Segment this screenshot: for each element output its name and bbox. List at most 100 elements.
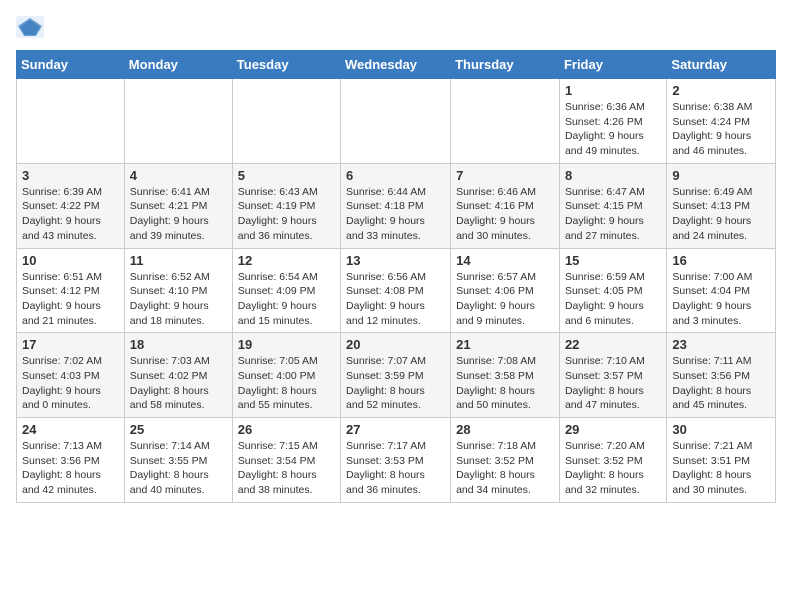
day-number: 24 xyxy=(22,422,119,437)
calendar-cell xyxy=(232,79,340,164)
calendar-week-2: 3Sunrise: 6:39 AM Sunset: 4:22 PM Daylig… xyxy=(17,163,776,248)
calendar-cell: 20Sunrise: 7:07 AM Sunset: 3:59 PM Dayli… xyxy=(341,333,451,418)
day-number: 26 xyxy=(238,422,335,437)
day-number: 17 xyxy=(22,337,119,352)
day-number: 30 xyxy=(672,422,770,437)
day-info: Sunrise: 7:08 AM Sunset: 3:58 PM Dayligh… xyxy=(456,354,554,413)
day-info: Sunrise: 6:56 AM Sunset: 4:08 PM Dayligh… xyxy=(346,270,445,329)
calendar-cell: 28 Sunrise: 7:18 AM Sunset: 3:52 PM Dayli… xyxy=(451,418,560,503)
day-number: 25 xyxy=(130,422,227,437)
calendar-cell xyxy=(451,79,560,164)
day-number: 5 xyxy=(238,168,335,183)
calendar-cell: 25Sunrise: 7:14 AM Sunset: 3:55 PM Dayli… xyxy=(124,418,232,503)
calendar-cell: 14 Sunrise: 6:57 AM Sunset: 4:06 PM Dayli… xyxy=(451,248,560,333)
calendar-cell xyxy=(17,79,125,164)
calendar-cell: 12 Sunrise: 6:54 AM Sunset: 4:09 PM Dayli… xyxy=(232,248,340,333)
day-info: Sunrise: 7:20 AM Sunset: 3:52 PM Dayligh… xyxy=(565,439,661,498)
day-number: 1 xyxy=(565,83,661,98)
day-info: Sunrise: 6:38 AM Sunset: 4:24 PM Dayligh… xyxy=(672,100,770,159)
day-header-sunday: Sunday xyxy=(17,51,125,79)
day-header-wednesday: Wednesday xyxy=(341,51,451,79)
day-info: Sunrise: 6:43 AM Sunset: 4:19 PM Dayligh… xyxy=(238,185,335,244)
calendar-cell: 8Sunrise: 6:47 AM Sunset: 4:15 PM Daylig… xyxy=(559,163,666,248)
day-header-thursday: Thursday xyxy=(451,51,560,79)
day-number: 23 xyxy=(672,337,770,352)
day-number: 13 xyxy=(346,253,445,268)
calendar-cell: 5 Sunrise: 6:43 AM Sunset: 4:19 PM Daylig… xyxy=(232,163,340,248)
calendar-cell: 6 Sunrise: 6:44 AM Sunset: 4:18 PM Daylig… xyxy=(341,163,451,248)
calendar-week-4: 17 Sunrise: 7:02 AM Sunset: 4:03 PM Dayli… xyxy=(17,333,776,418)
calendar-cell: 18Sunrise: 7:03 AM Sunset: 4:02 PM Dayli… xyxy=(124,333,232,418)
calendar-table: SundayMondayTuesdayWednesdayThursdayFrid… xyxy=(16,50,776,503)
day-number: 22 xyxy=(565,337,661,352)
day-number: 29 xyxy=(565,422,661,437)
day-info: Sunrise: 7:03 AM Sunset: 4:02 PM Dayligh… xyxy=(130,354,227,413)
calendar-cell xyxy=(341,79,451,164)
day-info: Sunrise: 7:10 AM Sunset: 3:57 PM Dayligh… xyxy=(565,354,661,413)
day-info: Sunrise: 6:46 AM Sunset: 4:16 PM Dayligh… xyxy=(456,185,554,244)
day-number: 8 xyxy=(565,168,661,183)
day-info: Sunrise: 6:52 AM Sunset: 4:10 PM Dayligh… xyxy=(130,270,227,329)
day-number: 6 xyxy=(346,168,445,183)
day-info: Sunrise: 7:18 AM Sunset: 3:52 PM Dayligh… xyxy=(456,439,554,498)
calendar-cell: 4 Sunrise: 6:41 AM Sunset: 4:21 PM Daylig… xyxy=(124,163,232,248)
day-number: 21 xyxy=(456,337,554,352)
day-info: Sunrise: 7:15 AM Sunset: 3:54 PM Dayligh… xyxy=(238,439,335,498)
calendar-cell: 22 Sunrise: 7:10 AM Sunset: 3:57 PM Dayli… xyxy=(559,333,666,418)
calendar-cell: 30 Sunrise: 7:21 AM Sunset: 3:51 PM Dayli… xyxy=(667,418,776,503)
calendar-cell: 16 Sunrise: 7:00 AM Sunset: 4:04 PM Dayli… xyxy=(667,248,776,333)
day-number: 3 xyxy=(22,168,119,183)
calendar-cell: 2 Sunrise: 6:38 AM Sunset: 4:24 PM Daylig… xyxy=(667,79,776,164)
calendar-cell: 21 Sunrise: 7:08 AM Sunset: 3:58 PM Dayli… xyxy=(451,333,560,418)
day-number: 2 xyxy=(672,83,770,98)
day-number: 7 xyxy=(456,168,554,183)
day-number: 15 xyxy=(565,253,661,268)
day-info: Sunrise: 7:05 AM Sunset: 4:00 PM Dayligh… xyxy=(238,354,335,413)
day-info: Sunrise: 6:44 AM Sunset: 4:18 PM Dayligh… xyxy=(346,185,445,244)
calendar-cell: 13 Sunrise: 6:56 AM Sunset: 4:08 PM Dayli… xyxy=(341,248,451,333)
day-info: Sunrise: 7:13 AM Sunset: 3:56 PM Dayligh… xyxy=(22,439,119,498)
calendar-cell: 23 Sunrise: 7:11 AM Sunset: 3:56 PM Dayli… xyxy=(667,333,776,418)
day-number: 10 xyxy=(22,253,119,268)
calendar-cell: 7 Sunrise: 6:46 AM Sunset: 4:16 PM Daylig… xyxy=(451,163,560,248)
day-info: Sunrise: 7:21 AM Sunset: 3:51 PM Dayligh… xyxy=(672,439,770,498)
day-info: Sunrise: 6:36 AM Sunset: 4:26 PM Dayligh… xyxy=(565,100,661,159)
calendar-cell: 27 Sunrise: 7:17 AM Sunset: 3:53 PM Dayli… xyxy=(341,418,451,503)
day-info: Sunrise: 7:00 AM Sunset: 4:04 PM Dayligh… xyxy=(672,270,770,329)
calendar-cell: 9Sunrise: 6:49 AM Sunset: 4:13 PM Daylig… xyxy=(667,163,776,248)
day-number: 27 xyxy=(346,422,445,437)
day-info: Sunrise: 7:11 AM Sunset: 3:56 PM Dayligh… xyxy=(672,354,770,413)
day-info: Sunrise: 6:49 AM Sunset: 4:13 PM Dayligh… xyxy=(672,185,770,244)
calendar-cell: 17 Sunrise: 7:02 AM Sunset: 4:03 PM Dayli… xyxy=(17,333,125,418)
day-header-saturday: Saturday xyxy=(667,51,776,79)
day-number: 12 xyxy=(238,253,335,268)
day-number: 14 xyxy=(456,253,554,268)
calendar-cell: 19 Sunrise: 7:05 AM Sunset: 4:00 PM Dayli… xyxy=(232,333,340,418)
day-info: Sunrise: 6:59 AM Sunset: 4:05 PM Dayligh… xyxy=(565,270,661,329)
calendar-week-1: 1 Sunrise: 6:36 AM Sunset: 4:26 PM Daylig… xyxy=(17,79,776,164)
calendar-week-5: 24 Sunrise: 7:13 AM Sunset: 3:56 PM Dayli… xyxy=(17,418,776,503)
day-number: 4 xyxy=(130,168,227,183)
calendar-cell: 29 Sunrise: 7:20 AM Sunset: 3:52 PM Dayli… xyxy=(559,418,666,503)
day-info: Sunrise: 7:17 AM Sunset: 3:53 PM Dayligh… xyxy=(346,439,445,498)
calendar-week-3: 10 Sunrise: 6:51 AM Sunset: 4:12 PM Dayli… xyxy=(17,248,776,333)
calendar-cell xyxy=(124,79,232,164)
calendar-header-row: SundayMondayTuesdayWednesdayThursdayFrid… xyxy=(17,51,776,79)
day-info: Sunrise: 6:57 AM Sunset: 4:06 PM Dayligh… xyxy=(456,270,554,329)
header xyxy=(16,16,776,38)
calendar-cell: 15 Sunrise: 6:59 AM Sunset: 4:05 PM Dayli… xyxy=(559,248,666,333)
day-header-friday: Friday xyxy=(559,51,666,79)
day-number: 28 xyxy=(456,422,554,437)
general-blue-icon xyxy=(16,16,44,38)
calendar-cell: 26 Sunrise: 7:15 AM Sunset: 3:54 PM Dayli… xyxy=(232,418,340,503)
calendar-cell: 3Sunrise: 6:39 AM Sunset: 4:22 PM Daylig… xyxy=(17,163,125,248)
day-info: Sunrise: 6:41 AM Sunset: 4:21 PM Dayligh… xyxy=(130,185,227,244)
day-info: Sunrise: 7:02 AM Sunset: 4:03 PM Dayligh… xyxy=(22,354,119,413)
day-number: 19 xyxy=(238,337,335,352)
day-number: 16 xyxy=(672,253,770,268)
calendar-cell: 10 Sunrise: 6:51 AM Sunset: 4:12 PM Dayli… xyxy=(17,248,125,333)
calendar-cell: 1 Sunrise: 6:36 AM Sunset: 4:26 PM Daylig… xyxy=(559,79,666,164)
day-info: Sunrise: 6:51 AM Sunset: 4:12 PM Dayligh… xyxy=(22,270,119,329)
calendar-cell: 24 Sunrise: 7:13 AM Sunset: 3:56 PM Dayli… xyxy=(17,418,125,503)
day-info: Sunrise: 6:54 AM Sunset: 4:09 PM Dayligh… xyxy=(238,270,335,329)
